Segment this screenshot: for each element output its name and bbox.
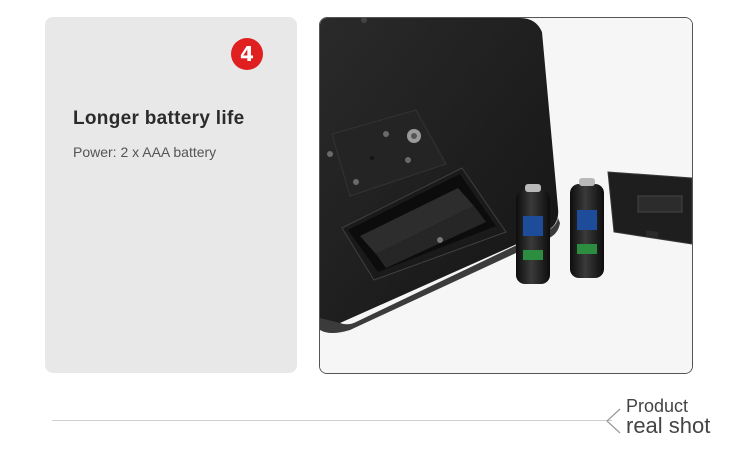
caption-divider [52,420,612,421]
caption-real-shot: real shot [626,413,711,438]
feature-title: Longer battery life [73,108,245,129]
feature-number-badge: 4 [231,38,263,70]
chevron-left-icon [606,408,621,434]
feature-subtitle: Power: 2 x AAA battery [73,144,217,160]
feature-card [45,17,297,373]
product-photo [319,17,693,374]
device-battery-illustration [320,18,692,373]
